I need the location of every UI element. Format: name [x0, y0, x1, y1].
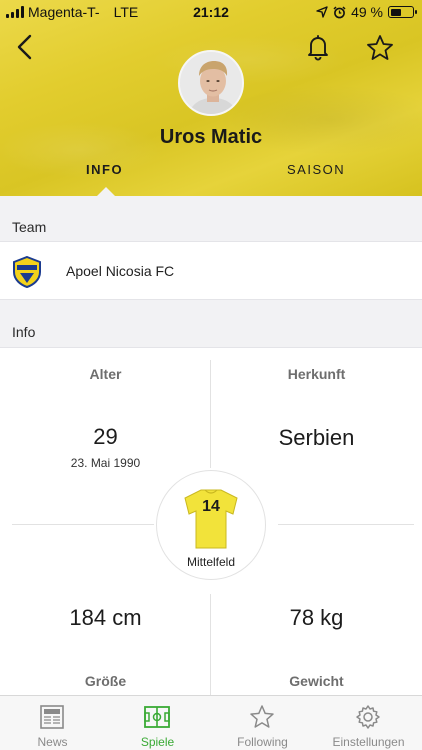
player-position: Mittelfeld [186, 555, 236, 569]
battery-fill [390, 8, 401, 16]
player-avatar [178, 50, 244, 116]
gear-icon [356, 705, 380, 729]
team-row[interactable]: Apoel Nicosia FC [0, 241, 422, 300]
tab-following-label: Following [237, 735, 288, 749]
birth-date: 23. Mai 1990 [70, 456, 141, 470]
team-name: Apoel Nicosia FC [66, 263, 175, 279]
location-arrow-icon [316, 6, 328, 18]
battery-icon [388, 6, 417, 18]
tab-einstellungen[interactable]: Einstellungen [316, 696, 421, 750]
tab-einstellungen-label: Einstellungen [332, 735, 405, 749]
alarm-clock-icon [333, 5, 346, 18]
info-section-heading: Info [12, 324, 36, 340]
apoel-crest-icon [13, 256, 41, 288]
team-section-heading: Team [12, 219, 47, 235]
newspaper-icon [40, 705, 64, 729]
battery-percent: 49 % [351, 4, 383, 20]
tab-saison[interactable]: SAISON [287, 162, 345, 177]
jersey-number: 14 [202, 498, 220, 515]
tab-news-label: News [37, 735, 68, 749]
origin-label: Herkunft [287, 366, 346, 382]
age-value: 29 [93, 424, 118, 449]
origin-value: Serbien [278, 425, 355, 450]
height-value: 184 cm [69, 605, 142, 630]
tab-info[interactable]: INFO [86, 162, 123, 177]
status-bar: Magenta-T- LTE 21:12 49 % [0, 0, 422, 24]
age-label: Alter [89, 366, 122, 382]
star-icon [250, 705, 274, 728]
active-tab-indicator [97, 187, 115, 196]
weight-label: Gewicht [289, 673, 344, 689]
weight-value: 78 kg [289, 605, 344, 630]
tab-following[interactable]: Following [210, 696, 315, 750]
tab-spiele-label: Spiele [140, 735, 175, 749]
bottom-tab-bar: News Spiele Following Einstellungen [0, 695, 422, 750]
back-chevron-icon[interactable] [12, 32, 38, 62]
height-label: Größe [84, 673, 127, 689]
favorite-star-icon[interactable] [365, 33, 395, 63]
bell-icon[interactable] [303, 32, 333, 62]
pitch-icon [144, 706, 170, 728]
tab-spiele[interactable]: Spiele [105, 696, 210, 750]
tab-news[interactable]: News [0, 696, 105, 750]
divider-horizontal-left [12, 524, 154, 525]
divider-horizontal-right [278, 524, 414, 525]
player-name: Uros Matic [159, 126, 263, 148]
